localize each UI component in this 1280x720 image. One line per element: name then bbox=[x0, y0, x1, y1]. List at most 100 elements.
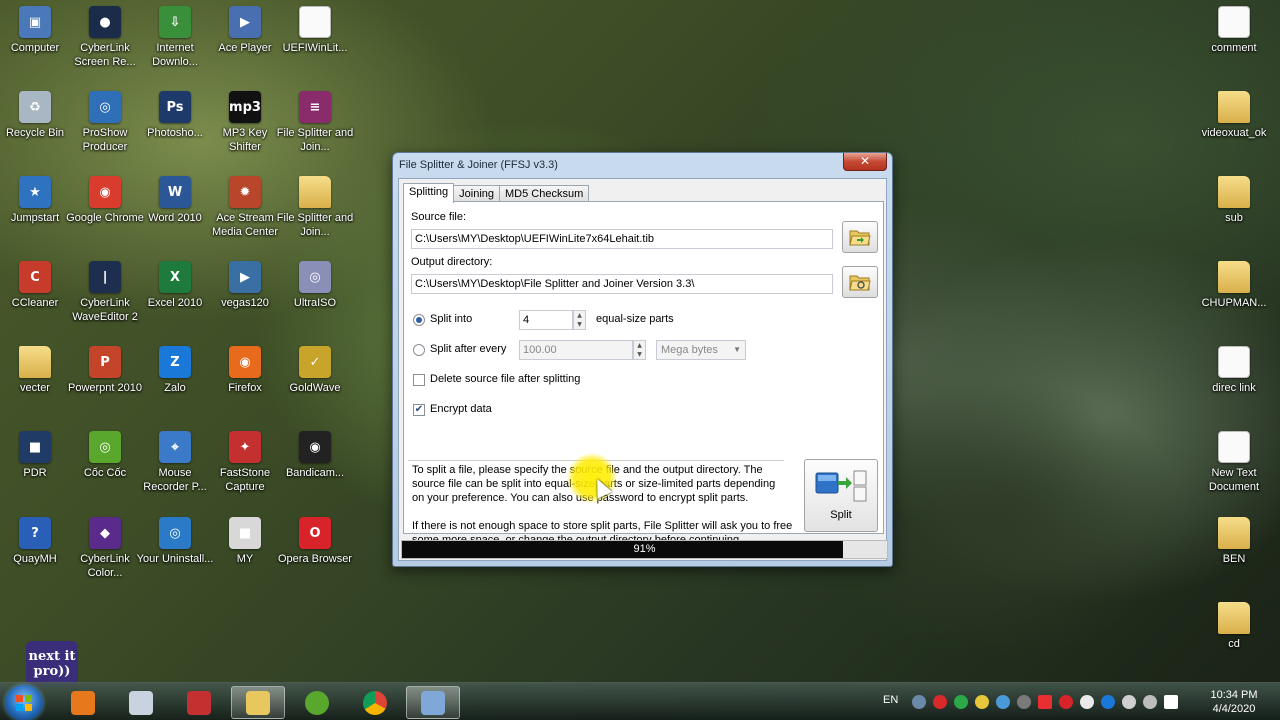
desktop-icon[interactable]: Ps Photosho... bbox=[136, 87, 214, 165]
desktop-icon[interactable]: ■ PDR bbox=[0, 427, 74, 505]
desktop-icon[interactable]: ▶ vegas120 bbox=[206, 257, 284, 335]
taskbar-faststone[interactable] bbox=[172, 686, 226, 719]
tray-icon[interactable] bbox=[1038, 695, 1052, 709]
split-into-input[interactable]: 4 bbox=[519, 310, 573, 330]
desktop-icon[interactable]: P Powerpnt 2010 bbox=[66, 342, 144, 420]
flag-icon[interactable] bbox=[1164, 695, 1178, 709]
title-bar[interactable]: File Splitter & Joiner (FFSJ v3.3) ✕ bbox=[393, 153, 892, 177]
delete-source-checkbox[interactable] bbox=[413, 374, 425, 386]
desktop-icon[interactable]: vecter bbox=[0, 342, 74, 420]
browse-output-button[interactable] bbox=[842, 266, 878, 298]
taskbar-coccoc[interactable] bbox=[290, 686, 344, 719]
split-button[interactable]: Split bbox=[804, 459, 878, 532]
desktop-icon[interactable]: CHUPMAN... bbox=[1195, 257, 1273, 335]
desktop-icon[interactable]: Z Zalo bbox=[136, 342, 214, 420]
desktop-icon-label: Recycle Bin bbox=[5, 127, 65, 139]
tray-icon[interactable] bbox=[912, 695, 926, 709]
watermark-logo: next it pro)) bbox=[26, 641, 78, 687]
desktop-icon[interactable]: File Splitter and Join... bbox=[276, 172, 354, 250]
file-splitter-window: File Splitter & Joiner (FFSJ v3.3) ✕ Spl… bbox=[392, 152, 893, 567]
tray-icon[interactable] bbox=[996, 695, 1010, 709]
folder-icon bbox=[1218, 261, 1250, 293]
faststone-icon bbox=[187, 690, 211, 715]
encrypt-data-checkbox[interactable]: ✔ bbox=[413, 404, 425, 416]
app-icon bbox=[299, 6, 331, 38]
taskbar-media-player[interactable] bbox=[56, 686, 110, 719]
desktop-icon[interactable]: ⌖ Mouse Recorder P... bbox=[136, 427, 214, 505]
desktop-icon[interactable]: ★ Jumpstart bbox=[0, 172, 74, 250]
desktop-icon[interactable]: mp3 MP3 Key Shifter bbox=[206, 87, 284, 165]
split-after-radio[interactable] bbox=[413, 344, 425, 356]
desktop-icon[interactable]: ≡ File Splitter and Join... bbox=[276, 87, 354, 165]
split-after-spinner[interactable]: ▲ ▼ bbox=[633, 340, 646, 360]
desktop-icon[interactable]: ▣ Computer bbox=[0, 2, 74, 80]
desktop-icon-label: Cốc Cốc bbox=[83, 467, 127, 479]
app-icon: C bbox=[19, 261, 51, 293]
taskbar-calculator[interactable] bbox=[114, 686, 168, 719]
tab-splitting[interactable]: Splitting bbox=[403, 183, 455, 203]
split-into-spinner[interactable]: ▲ ▼ bbox=[573, 310, 586, 330]
tray-icon[interactable] bbox=[954, 695, 968, 709]
desktop-icon[interactable]: direc link bbox=[1195, 342, 1273, 420]
output-directory-input[interactable]: C:\Users\MY\Desktop\File Splitter and Jo… bbox=[411, 274, 833, 294]
desktop-icon[interactable]: ∣ CyberLink WaveEditor 2 bbox=[66, 257, 144, 335]
tray-icon[interactable] bbox=[1059, 695, 1073, 709]
desktop-icon[interactable]: UEFIWinLit... bbox=[276, 2, 354, 80]
calculator-icon bbox=[129, 690, 153, 715]
clock[interactable]: 10:34 PM 4/4/2020 bbox=[1204, 688, 1264, 716]
desktop-icon[interactable]: ✹ Ace Stream Media Center bbox=[206, 172, 284, 250]
desktop-icon[interactable]: C CCleaner bbox=[0, 257, 74, 335]
desktop-icon[interactable]: ◆ CyberLink Color... bbox=[66, 513, 144, 591]
desktop-icon[interactable]: ◎ Your Uninstall... bbox=[136, 513, 214, 591]
desktop-icon[interactable]: ✦ FastStone Capture bbox=[206, 427, 284, 505]
desktop-icon[interactable]: BEN bbox=[1195, 513, 1273, 591]
desktop-icon[interactable]: ■ MY bbox=[206, 513, 284, 591]
tray-icon[interactable] bbox=[933, 695, 947, 709]
desktop-icon[interactable]: ♻ Recycle Bin bbox=[0, 87, 74, 165]
volume-icon[interactable] bbox=[1122, 695, 1136, 709]
desktop-icon[interactable]: O Opera Browser bbox=[276, 513, 354, 591]
network-icon[interactable] bbox=[1143, 695, 1157, 709]
tray-icon[interactable] bbox=[1101, 695, 1115, 709]
desktop-icon[interactable]: ✓ GoldWave bbox=[276, 342, 354, 420]
browse-source-button[interactable] bbox=[842, 221, 878, 253]
desktop-icon[interactable]: sub bbox=[1195, 172, 1273, 250]
desktop-icon[interactable]: videoxuat_ok bbox=[1195, 87, 1273, 165]
desktop-icon[interactable]: ◎ UltraISO bbox=[276, 257, 354, 335]
desktop-icon[interactable]: cd bbox=[1195, 598, 1273, 676]
desktop-icon[interactable]: ◉ Firefox bbox=[206, 342, 284, 420]
desktop-icon[interactable]: ◉ Bandicam... bbox=[276, 427, 354, 505]
desktop-icon[interactable]: ◎ ProShow Producer bbox=[66, 87, 144, 165]
source-file-input[interactable]: C:\Users\MY\Desktop\UEFIWinLite7x64Lehai… bbox=[411, 229, 833, 249]
cursor-highlight bbox=[567, 453, 617, 503]
taskbar-file-splitter[interactable] bbox=[406, 686, 460, 719]
split-into-radio[interactable] bbox=[413, 314, 425, 326]
split-files-icon bbox=[815, 470, 867, 502]
desktop-icon[interactable]: ● CyberLink Screen Re... bbox=[66, 2, 144, 80]
tray-icon[interactable] bbox=[1017, 695, 1031, 709]
desktop-icon[interactable]: W Word 2010 bbox=[136, 172, 214, 250]
app-icon: ◎ bbox=[89, 431, 121, 463]
tray-icon[interactable] bbox=[1080, 695, 1094, 709]
taskbar-explorer[interactable] bbox=[231, 686, 285, 719]
desktop-icon[interactable]: ▶ Ace Player bbox=[206, 2, 284, 80]
desktop-icon[interactable]: X Excel 2010 bbox=[136, 257, 214, 335]
close-button[interactable]: ✕ bbox=[843, 153, 887, 171]
desktop-icon[interactable]: ⇩ Internet Downlo... bbox=[136, 2, 214, 80]
language-indicator[interactable]: EN bbox=[883, 694, 898, 706]
desktop-icon[interactable]: ◎ Cốc Cốc bbox=[66, 427, 144, 505]
desktop-icon[interactable]: comment bbox=[1195, 2, 1273, 80]
desktop-icon-label: FastStone Capture bbox=[219, 467, 271, 493]
start-button[interactable] bbox=[5, 685, 43, 720]
tray-icon[interactable] bbox=[975, 695, 989, 709]
desktop-icon[interactable]: ? QuayMH bbox=[0, 513, 74, 591]
taskbar-chrome[interactable] bbox=[348, 686, 402, 719]
desktop-icon[interactable]: ◉ Google Chrome bbox=[66, 172, 144, 250]
unit-select[interactable]: Mega bytes ▼ bbox=[656, 340, 746, 360]
desktop-icon-label: File Splitter and Join... bbox=[276, 127, 354, 153]
desktop-icon[interactable]: New Text Document bbox=[1195, 427, 1273, 505]
split-after-input[interactable]: 100.00 bbox=[519, 340, 633, 360]
app-icon: ◉ bbox=[299, 431, 331, 463]
progress-bar: 91% bbox=[401, 540, 888, 559]
desktop-icon-label: videoxuat_ok bbox=[1201, 127, 1267, 139]
